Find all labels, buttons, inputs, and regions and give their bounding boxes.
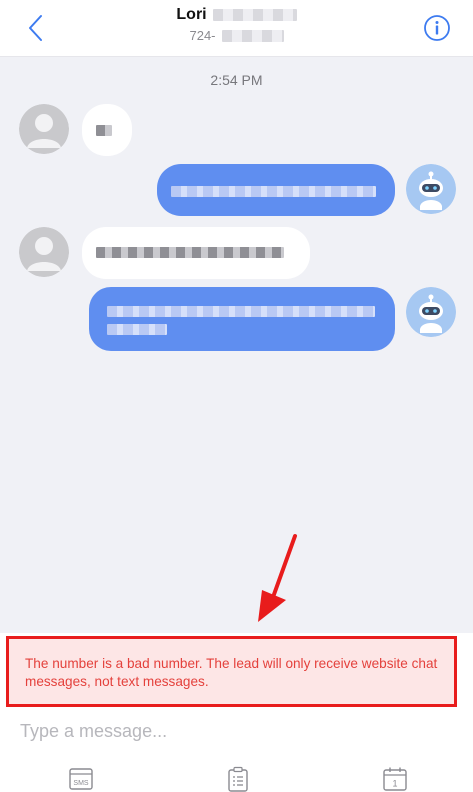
bot-avatar[interactable]: [406, 287, 456, 337]
bottom-toolbar: SMS 1: [0, 754, 473, 792]
calendar-icon-label: 1: [392, 779, 397, 789]
redacted-message-text: [171, 186, 376, 197]
message-composer: [0, 710, 473, 754]
outgoing-message-bubble[interactable]: [89, 287, 395, 351]
redacted-message-text: [96, 125, 112, 136]
redacted-phone: [221, 29, 284, 42]
redacted-message-text: [96, 247, 284, 258]
message-timestamp: 2:54 PM: [210, 72, 263, 88]
sms-icon-label: SMS: [73, 780, 89, 787]
contact-phone-row: 724-: [189, 28, 284, 43]
contact-name: Lori: [176, 6, 207, 23]
contact-info: Lori 724-: [0, 6, 473, 45]
calendar-icon: 1: [383, 767, 407, 791]
warning-message: The number is a bad number. The lead wil…: [25, 656, 438, 689]
bad-number-warning: The number is a bad number. The lead wil…: [6, 636, 457, 707]
sms-button[interactable]: SMS: [68, 766, 94, 792]
robot-icon: [406, 164, 456, 214]
incoming-message-bubble[interactable]: [82, 227, 310, 279]
person-icon: [19, 227, 69, 277]
contact-avatar[interactable]: [19, 227, 69, 277]
clipboard-button[interactable]: [225, 766, 251, 792]
redacted-surname: [212, 9, 297, 21]
person-icon: [19, 104, 69, 154]
message-thread[interactable]: 2:54 PM: [0, 57, 473, 633]
red-arrow-annotation: [258, 534, 297, 622]
message-input[interactable]: [20, 718, 450, 744]
robot-icon: [406, 287, 456, 337]
clipboard-icon: [228, 766, 248, 792]
messaging-screen: Lori 724- 2:54 PM The number is a bad nu…: [0, 0, 473, 792]
sms-icon: SMS: [69, 768, 93, 790]
redacted-message-text: [107, 324, 167, 335]
contact-phone: 724-: [189, 28, 216, 43]
redacted-message-text: [107, 306, 375, 317]
contact-avatar[interactable]: [19, 104, 69, 154]
contact-name-row: Lori: [176, 6, 297, 24]
outgoing-message-bubble[interactable]: [157, 164, 395, 216]
conversation-header: Lori 724-: [0, 0, 473, 57]
info-button[interactable]: [423, 14, 451, 42]
info-circle-icon: [424, 15, 450, 41]
bot-avatar[interactable]: [406, 164, 456, 214]
incoming-message-bubble[interactable]: [82, 104, 132, 156]
calendar-button[interactable]: 1: [382, 766, 408, 792]
